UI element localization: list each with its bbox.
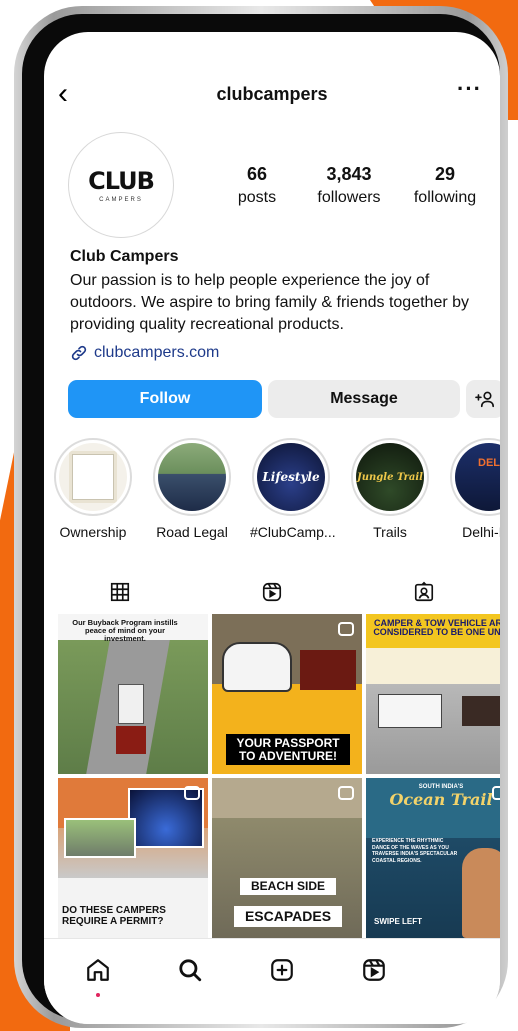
screen: ‹ clubcampers ··· CLUB CAMPERS 66 posts … (44, 32, 500, 1024)
stat-following[interactable]: 29 following (400, 164, 490, 207)
following-label: following (413, 189, 477, 206)
highlight-overlay-text: Jungle Trail (357, 471, 423, 483)
profile-name: Club Campers (70, 248, 179, 265)
add-person-icon (475, 391, 494, 408)
nav-search[interactable] (175, 955, 205, 985)
follow-button[interactable]: Follow (68, 380, 262, 418)
camper-shape (222, 642, 292, 692)
avatar-logo-subtext: CAMPERS (99, 197, 143, 203)
avatar-logo-text: CLUB (88, 167, 155, 195)
home-icon (87, 959, 109, 981)
nav-create[interactable] (267, 955, 297, 985)
tab-reels[interactable] (256, 576, 288, 608)
nav-reels[interactable] (359, 955, 389, 985)
stat-posts[interactable]: 66 posts (222, 164, 292, 207)
reel-badge-icon (338, 786, 354, 800)
highlight-ring: Lifestyle (252, 438, 330, 516)
highlight-image: Jungle Trail (356, 443, 424, 511)
reels-icon (262, 582, 282, 602)
highlight-ring: DEL (450, 438, 500, 516)
car-shape (300, 650, 356, 690)
highlight-ring (153, 438, 231, 516)
document-thumbnail (72, 454, 114, 500)
tab-tagged[interactable] (408, 576, 440, 608)
avatar[interactable]: CLUB CAMPERS (68, 132, 174, 238)
reel-badge-icon (184, 786, 200, 800)
post-caption: YOUR PASSPORT TO ADVENTURE! (226, 734, 350, 766)
highlight-image (59, 443, 127, 511)
highlight-label: Trails (373, 524, 407, 540)
following-count: 29 (434, 164, 456, 184)
post-swipe-text: SWIPE LEFT (374, 917, 422, 926)
post-caption: Our Buyback Program instills peace of mi… (72, 618, 178, 643)
highlight-image: DEL (455, 443, 500, 511)
post-4[interactable]: DO THESE CAMPERS REQUIRE A PERMIT? (58, 778, 208, 938)
post-title: Ocean Trail (389, 790, 493, 809)
highlight-clubcamp[interactable]: Lifestyle #ClubCamp... (250, 438, 336, 540)
camper-shape (378, 694, 442, 728)
car-shape (116, 726, 146, 754)
posts-label: posts (237, 189, 277, 206)
more-options-icon[interactable]: ··· (457, 76, 482, 102)
reel-badge-icon (338, 622, 354, 636)
top-bar: ‹ clubcampers ··· (44, 76, 500, 112)
highlight-label: #ClubCamp... (250, 524, 336, 540)
inset-photo-day (64, 818, 136, 858)
reels-icon (363, 959, 385, 981)
phone-frame: ‹ clubcampers ··· CLUB CAMPERS 66 posts … (14, 6, 508, 1028)
camper-shape (118, 684, 144, 724)
post-caption-line-1: BEACH SIDE (240, 878, 336, 895)
add-post-icon (271, 959, 293, 981)
tab-grid[interactable] (104, 576, 136, 608)
person-shape (462, 848, 500, 938)
profile-bio: Our passion is to help people experience… (70, 272, 470, 333)
nav-home[interactable] (83, 955, 113, 985)
profile-username: clubcampers (216, 84, 328, 104)
highlight-image (158, 443, 226, 511)
highlight-ring: Jungle Trail (351, 438, 429, 516)
highlight-delhi[interactable]: DEL Delhi-Ba (448, 438, 500, 540)
grid-icon (110, 582, 130, 602)
highlight-road-legal[interactable]: Road Legal (151, 438, 233, 540)
post-body-text: EXPERIENCE THE RHYTHMIC DANCE OF THE WAV… (372, 838, 458, 864)
highlight-ownership[interactable]: Ownership (52, 438, 134, 540)
profile-tabs (44, 568, 500, 612)
add-user-button[interactable] (466, 380, 500, 418)
post-5[interactable]: BEACH SIDE ESCAPADES (212, 778, 362, 938)
posts-grid: Our Buyback Program instills peace of mi… (58, 614, 500, 942)
post-2[interactable]: YOUR PASSPORT TO ADVENTURE! (212, 614, 362, 774)
posts-count: 66 (246, 164, 268, 184)
message-button[interactable]: Message (268, 380, 460, 418)
profile-website-link[interactable]: clubcampers.com (70, 344, 219, 362)
post-caption: DO THESE CAMPERS REQUIRE A PERMIT? (62, 905, 166, 927)
post-1[interactable]: Our Buyback Program instills peace of mi… (58, 614, 208, 774)
tagged-icon (414, 581, 434, 602)
highlight-overlay-text: DEL (478, 457, 500, 469)
car-shape (462, 696, 500, 726)
home-active-dot (96, 993, 100, 997)
post-caption-line-2: ESCAPADES (234, 906, 342, 927)
highlight-label: Road Legal (156, 524, 228, 540)
link-icon (71, 345, 87, 361)
highlight-image: Lifestyle (257, 443, 325, 511)
stat-followers[interactable]: 3,843 followers (304, 164, 394, 207)
post-6[interactable]: SOUTH INDIA'S Ocean Trail EXPERIENCE THE… (366, 778, 500, 938)
bottom-navigation (44, 938, 500, 1024)
followers-count: 3,843 (326, 164, 372, 184)
highlight-label: Delhi-Ba (462, 524, 500, 540)
search-icon (179, 959, 202, 982)
website-text: clubcampers.com (94, 344, 220, 361)
highlight-overlay-text: Lifestyle (262, 470, 320, 484)
followers-label: followers (317, 189, 381, 206)
highlight-label: Ownership (59, 524, 127, 540)
post-3[interactable]: CAMPER & TOW VEHICLE ARE CONSIDERED TO B… (366, 614, 500, 774)
highlight-ring (54, 438, 132, 516)
post-caption: CAMPER & TOW VEHICLE ARE CONSIDERED TO B… (373, 618, 500, 638)
highlight-trails[interactable]: Jungle Trail Trails (349, 438, 431, 540)
